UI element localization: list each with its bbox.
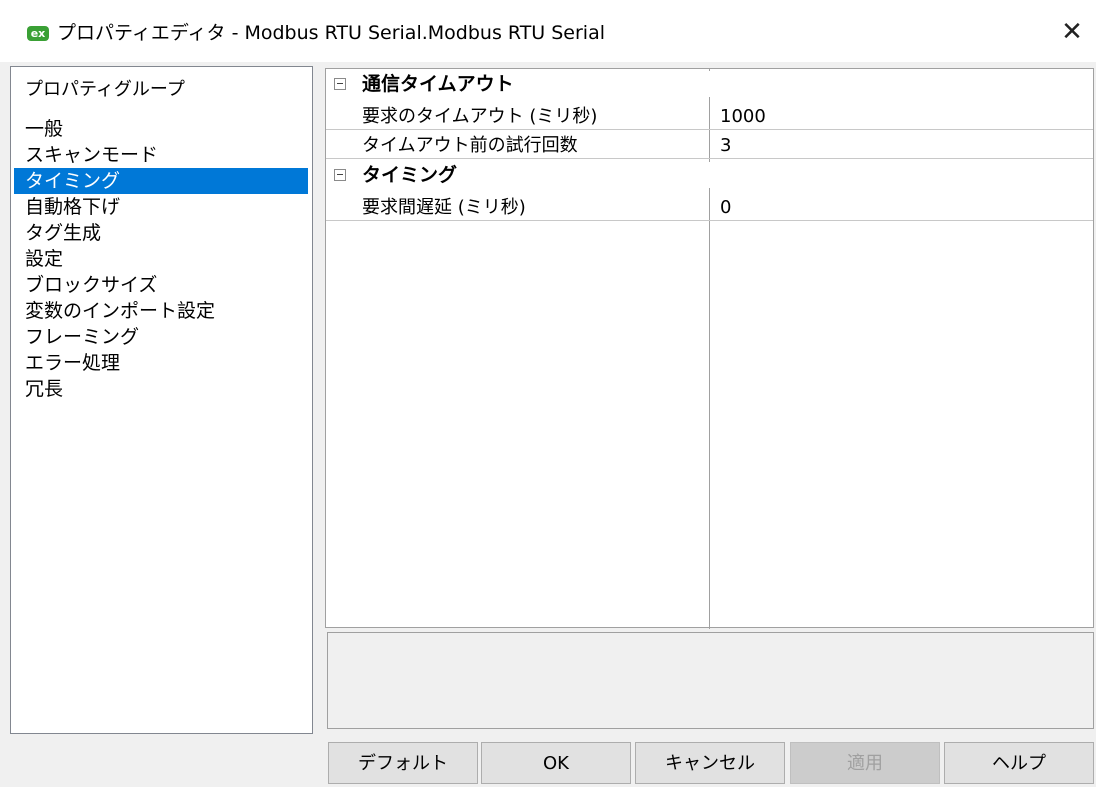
default-button[interactable]: デフォルト bbox=[328, 742, 478, 784]
property-value[interactable]: 1000 bbox=[720, 104, 1080, 130]
nav-item-auto-demotion[interactable]: 自動格下げ bbox=[14, 194, 308, 220]
category-label: 通信タイムアウト bbox=[362, 73, 514, 95]
property-row[interactable]: 要求間遅延 (ミリ秒) 0 bbox=[326, 195, 1093, 221]
description-pane bbox=[327, 632, 1094, 729]
cancel-button[interactable]: キャンセル bbox=[635, 742, 785, 784]
nav-item-scan-mode[interactable]: スキャンモード bbox=[14, 142, 308, 168]
property-row[interactable]: 要求のタイムアウト (ミリ秒) 1000 bbox=[326, 104, 1093, 130]
nav-item-variable-import[interactable]: 変数のインポート設定 bbox=[14, 298, 308, 324]
property-group-list: プロパティグループ 一般 スキャンモード タイミング 自動格下げ タグ生成 設定… bbox=[10, 66, 313, 734]
category-row: タイミング bbox=[326, 162, 1093, 188]
collapse-icon[interactable] bbox=[334, 78, 346, 90]
category-label: タイミング bbox=[362, 164, 458, 186]
nav-item-tag-generation[interactable]: タグ生成 bbox=[14, 220, 308, 246]
window-title: プロパティエディタ - Modbus RTU Serial.Modbus RTU… bbox=[57, 22, 606, 44]
close-icon: ✕ bbox=[1061, 17, 1083, 47]
title-bar: ex プロパティエディタ - Modbus RTU Serial.Modbus … bbox=[0, 0, 1096, 62]
ok-button[interactable]: OK bbox=[481, 742, 631, 784]
nav-item-framing[interactable]: フレーミング bbox=[14, 324, 308, 350]
nav-item-timing[interactable]: タイミング bbox=[14, 168, 308, 194]
property-row[interactable]: タイムアウト前の試行回数 3 bbox=[326, 133, 1093, 159]
nav-item-general[interactable]: 一般 bbox=[14, 116, 308, 142]
nav-item-block-size[interactable]: ブロックサイズ bbox=[14, 272, 308, 298]
property-value[interactable]: 3 bbox=[720, 133, 1080, 159]
property-name: 要求間遅延 (ミリ秒) bbox=[362, 197, 526, 218]
property-value[interactable]: 0 bbox=[720, 195, 1080, 221]
property-name: 要求のタイムアウト (ミリ秒) bbox=[362, 106, 598, 127]
nav-item-redundancy[interactable]: 冗長 bbox=[14, 376, 308, 402]
nav-item-error-handling[interactable]: エラー処理 bbox=[14, 350, 308, 376]
category-row: 通信タイムアウト bbox=[326, 71, 1093, 97]
app-logo-icon: ex bbox=[27, 26, 49, 41]
property-name: タイムアウト前の試行回数 bbox=[362, 135, 578, 156]
help-button[interactable]: ヘルプ bbox=[944, 742, 1094, 784]
collapse-icon[interactable] bbox=[334, 169, 346, 181]
apply-button[interactable]: 適用 bbox=[790, 742, 940, 784]
property-grid: 通信タイムアウト 要求のタイムアウト (ミリ秒) 1000 タイムアウト前の試行… bbox=[325, 68, 1094, 629]
close-button[interactable]: ✕ bbox=[1052, 14, 1092, 50]
property-group-items: 一般 スキャンモード タイミング 自動格下げ タグ生成 設定 ブロックサイズ 変… bbox=[14, 116, 308, 402]
property-group-header: プロパティグループ bbox=[25, 79, 185, 100]
nav-item-settings[interactable]: 設定 bbox=[14, 246, 308, 272]
